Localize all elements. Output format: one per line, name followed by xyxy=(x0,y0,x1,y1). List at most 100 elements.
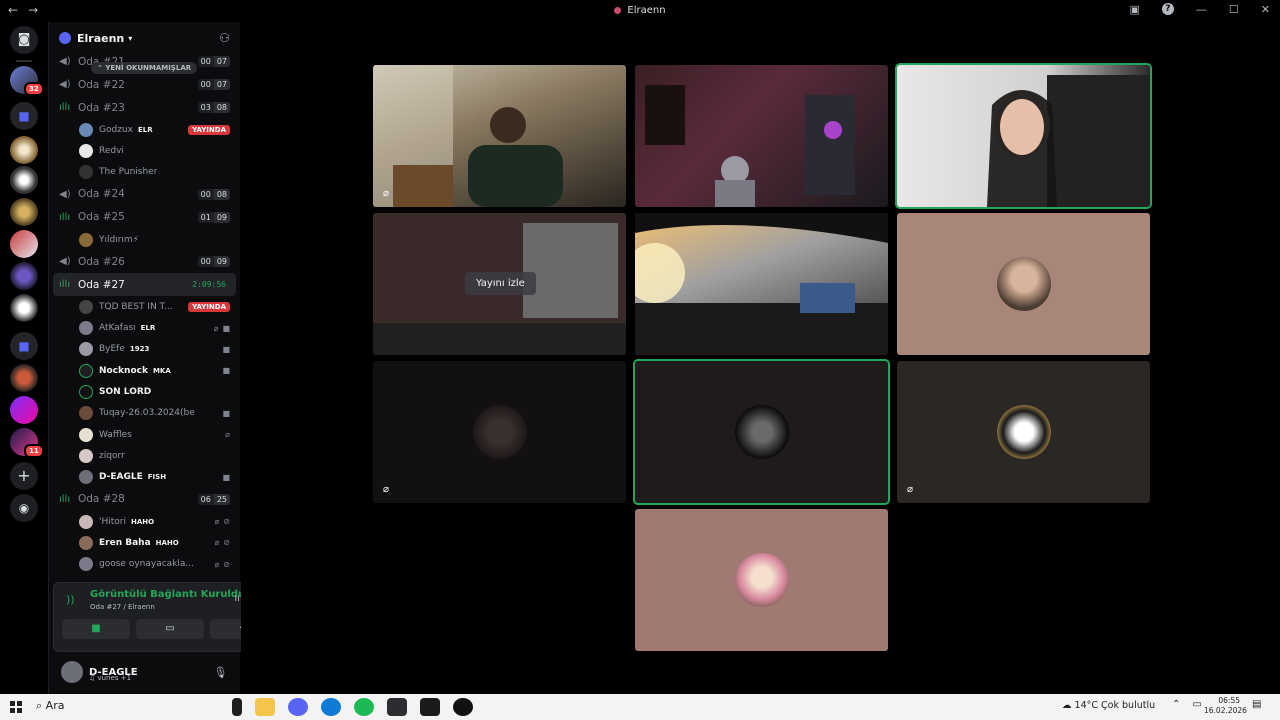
live-badge: YAYINDA xyxy=(188,301,230,312)
signal-icon: )) xyxy=(66,593,75,606)
voice-channel[interactable]: ◀) Oda #22 00 07 xyxy=(49,73,240,96)
system-tray: ⌃ ▭ xyxy=(1172,699,1202,710)
voice-user[interactable]: ByEfe 1923 ■ xyxy=(49,339,240,360)
server-icon[interactable] xyxy=(10,262,38,290)
app-icon[interactable] xyxy=(453,698,473,716)
server-icon[interactable] xyxy=(10,230,38,258)
inbox-icon[interactable]: ▣ xyxy=(1130,3,1140,16)
add-member-icon[interactable]: ⚇ xyxy=(219,31,230,45)
add-server-icon[interactable]: + xyxy=(10,462,38,490)
avatar xyxy=(79,535,93,550)
server-icon[interactable] xyxy=(10,166,38,194)
voice-user[interactable]: ziqorr xyxy=(49,445,240,466)
video-grid: ⌀ Yayını izle ⌀ ⌀ xyxy=(241,22,1280,694)
webcam-feed xyxy=(645,85,855,207)
app-icon[interactable] xyxy=(387,698,407,716)
voice-user[interactable]: Eren Baha HAHO ⌀ ⊘ xyxy=(49,532,240,553)
microphone-icon[interactable]: 🎙︎ xyxy=(214,666,228,679)
video-tile-speaking[interactable] xyxy=(897,65,1150,207)
unread-pill[interactable]: ⌃ YENİ OKUNMAMIŞLAR xyxy=(91,62,198,74)
voice-channel[interactable]: ◀) Oda #26 00 09 xyxy=(49,250,240,273)
mic-muted-icon: ⌀ xyxy=(383,188,390,199)
voice-channel-active[interactable]: ıllı Oda #27 2:09:56 xyxy=(53,273,236,297)
server-icon[interactable] xyxy=(10,396,38,424)
network-icon[interactable]: ▭ xyxy=(1192,699,1201,710)
discord-icon[interactable] xyxy=(288,698,308,716)
watch-stream-button[interactable]: Yayını izle xyxy=(465,272,536,295)
camera-button[interactable]: ■ xyxy=(62,619,130,639)
video-tile[interactable]: ⌀ xyxy=(373,65,626,207)
deafened-icon: ⊘ xyxy=(223,538,230,548)
maximize-button[interactable]: ☐ xyxy=(1229,3,1239,16)
minimize-button[interactable]: — xyxy=(1196,3,1207,16)
weather-widget[interactable]: ☁ 14°C Çok bulutlu xyxy=(1062,700,1155,711)
help-icon[interactable]: ? xyxy=(1161,3,1174,15)
video-tile[interactable]: ⌀ xyxy=(897,361,1150,503)
avatar xyxy=(735,553,789,607)
voice-user[interactable]: Godzux ELR YAYINDA xyxy=(49,119,240,140)
screen-share-button[interactable]: ▭ xyxy=(136,619,204,639)
voice-channel[interactable]: ıllı Oda #23 03 08 xyxy=(49,96,240,119)
voice-user[interactable]: AtKafası ELR ⌀ ■ xyxy=(49,317,240,338)
voice-activity-icon: ıllı xyxy=(59,279,71,291)
avatar xyxy=(79,143,93,158)
voice-user[interactable]: SON LORD xyxy=(49,381,240,402)
camera-icon: ■ xyxy=(222,472,230,482)
stream-tile[interactable]: Yayını izle xyxy=(373,213,626,355)
voice-channel[interactable]: ıllı Oda #28 06 25 xyxy=(49,488,240,511)
folder-icon[interactable]: ■ xyxy=(10,332,38,360)
avatar xyxy=(79,232,93,247)
clock[interactable]: 06:55 16.02.2026 xyxy=(1204,696,1247,716)
spotify-icon[interactable] xyxy=(354,698,374,716)
server-rail: ◙ 32 ■ ■ 11 + ◉ xyxy=(0,22,48,694)
video-tile[interactable] xyxy=(635,213,888,355)
mic-muted-icon: ⌀ xyxy=(907,484,914,495)
voice-channel[interactable]: ◀) Oda #24 00 08 xyxy=(49,183,240,206)
avatar[interactable] xyxy=(61,661,83,683)
server-icon[interactable] xyxy=(10,136,38,164)
voice-user[interactable]: D-EAGLE FISH ■ xyxy=(49,467,240,488)
unread-badge: 32 xyxy=(24,82,44,96)
file-explorer-icon[interactable] xyxy=(255,698,275,716)
voice-user[interactable]: TQD BEST İN T... YAYINDA xyxy=(49,296,240,317)
voice-user[interactable]: Nocknock MKA ■ xyxy=(49,360,240,381)
start-button[interactable] xyxy=(10,701,22,713)
chevron-up-icon[interactable]: ⌃ xyxy=(1172,699,1180,710)
avatar xyxy=(79,427,93,442)
avatar xyxy=(997,257,1051,311)
video-tile[interactable] xyxy=(635,509,888,651)
server-icon[interactable] xyxy=(10,198,38,226)
server-icon[interactable] xyxy=(10,294,38,322)
task-view-icon[interactable] xyxy=(232,698,242,716)
voice-user[interactable]: 'Hitori HAHO ⌀ ⊘ xyxy=(49,511,240,532)
app-icon[interactable] xyxy=(420,698,440,716)
taskbar-apps xyxy=(232,698,473,716)
avatar xyxy=(997,405,1051,459)
video-tile[interactable] xyxy=(635,65,888,207)
connection-channel[interactable]: Oda #27 / Elraenn xyxy=(90,603,155,611)
voice-user[interactable]: Yıldırım⚡ xyxy=(49,229,240,250)
live-badge: YAYINDA xyxy=(188,124,230,135)
video-tile[interactable]: ⌀ xyxy=(373,361,626,503)
notification-icon[interactable]: ▤ xyxy=(1252,699,1261,710)
video-tile-speaking[interactable] xyxy=(635,361,888,503)
close-button[interactable]: ✕ xyxy=(1261,3,1270,16)
server-icon[interactable] xyxy=(10,364,38,392)
folder-icon[interactable]: ■ xyxy=(10,102,38,130)
camera-icon: ■ xyxy=(222,408,230,418)
edge-icon[interactable] xyxy=(321,698,341,716)
voice-user[interactable]: Waffles ⌀ xyxy=(49,424,240,445)
voice-user[interactable]: goose oynayacakla... ⌀ ⊘ xyxy=(49,553,240,574)
guild-badge-icon xyxy=(59,32,71,44)
call-timer: 2:09:56 xyxy=(192,280,226,290)
voice-channel[interactable]: ıllı Oda #25 01 09 xyxy=(49,206,240,229)
voice-user[interactable]: Redvi xyxy=(49,140,240,161)
taskbar-search[interactable]: ⌕ Ara xyxy=(36,699,64,713)
discord-home-icon[interactable]: ◙ xyxy=(10,26,38,54)
unread-badge: 11 xyxy=(24,444,44,458)
connection-status: Görüntülü Bağlantı Kuruldu xyxy=(90,589,246,600)
discover-icon[interactable]: ◉ xyxy=(10,494,38,522)
voice-user[interactable]: The Punisher xyxy=(49,162,240,183)
video-tile[interactable] xyxy=(897,213,1150,355)
voice-user[interactable]: Tuqay-26.03.2024(benden ...■ xyxy=(49,403,240,424)
